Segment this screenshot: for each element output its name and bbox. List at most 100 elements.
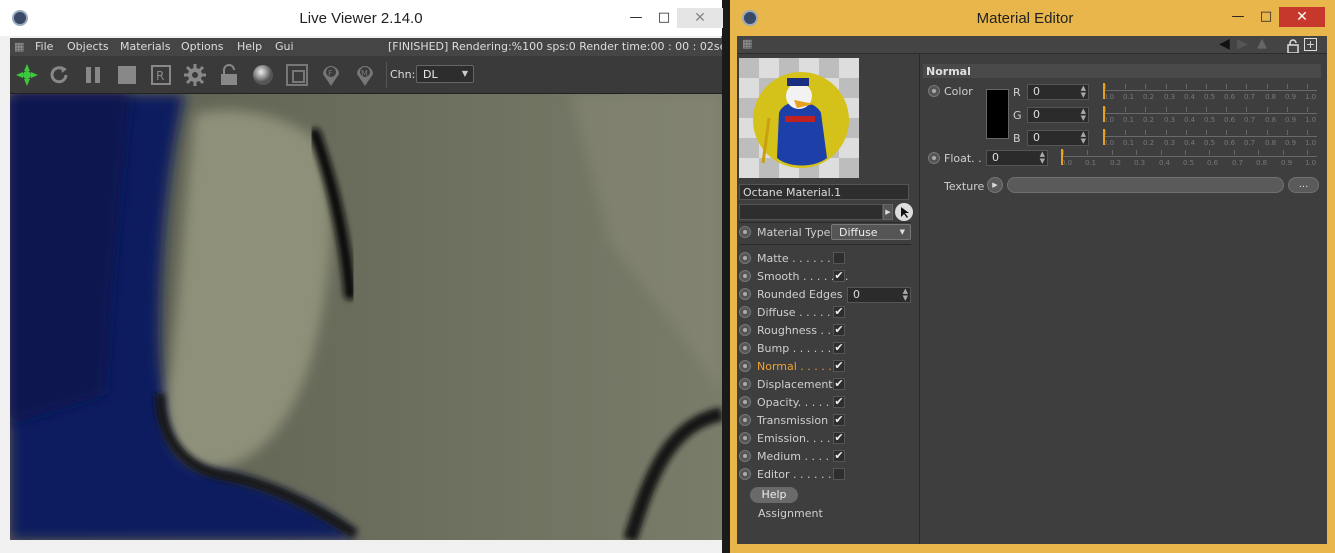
slider-handle[interactable] [1103,106,1105,122]
menu-options[interactable]: Options [181,40,223,53]
animate-radio-icon[interactable] [739,226,751,238]
menu-materials[interactable]: Materials [120,40,170,53]
checkbox-unchecked[interactable] [833,468,845,480]
maximize-button[interactable]: □ [1252,7,1280,27]
color-swatch[interactable] [986,89,1009,139]
checkbox-checked[interactable]: ✔ [833,378,845,390]
menu-gui[interactable]: Gui [275,40,294,53]
channel-radio-icon[interactable] [739,378,751,390]
region-render-icon[interactable]: R [148,62,174,88]
color-channel-slider[interactable]: 0.0 0.1 0.2 0.3 0.4 0.5 0.6 0.7 0.8 0.9 1.0 [1103,106,1317,124]
stepper-icon[interactable]: ▲ ▼ [1040,151,1045,165]
texture-expand-icon[interactable]: ▶ [987,177,1003,193]
texture-browse-button[interactable]: ... [1288,177,1319,193]
channel-label[interactable]: Bump . . . . . . . . [757,342,845,355]
color-channel-field[interactable]: 0 ▲ ▼ [1027,107,1089,123]
float-value-field[interactable]: 0 ▲ ▼ [986,150,1048,166]
channel-label[interactable]: Matte . . . . . . . . [757,252,845,265]
color-channel-field[interactable]: 0 ▲ ▼ [1027,84,1089,100]
live-viewer-titlebar[interactable]: Live Viewer 2.14.0 — □ ✕ [0,0,723,36]
material-link-field[interactable] [739,204,883,220]
channel-label[interactable]: Displacement [757,378,833,391]
channel-radio-icon[interactable] [739,270,751,282]
color-channel-slider[interactable]: 0.0 0.1 0.2 0.3 0.4 0.5 0.6 0.7 0.8 0.9 1.0 [1103,129,1317,147]
clear-region-icon[interactable] [284,62,310,88]
channel-radio-icon[interactable] [739,342,751,354]
channel-radio-icon[interactable] [739,450,751,462]
checkbox-checked[interactable]: ✔ [833,342,845,354]
close-button[interactable]: ✕ [677,8,723,28]
checkbox-unchecked[interactable] [833,252,845,264]
stop-icon[interactable] [114,62,140,88]
channel-label[interactable]: Medium . . . . . [757,450,836,463]
unlock-icon[interactable] [1287,38,1299,54]
stepper-icon[interactable]: ▲ ▼ [1081,85,1086,99]
material-sphere-icon[interactable] [250,62,276,88]
help-button[interactable]: Help [750,487,798,503]
channel-radio-icon[interactable] [739,468,751,480]
channel-radio-icon[interactable] [739,252,751,264]
checkbox-checked[interactable]: ✔ [833,306,845,318]
color-channel-field[interactable]: 0 ▲ ▼ [1027,130,1089,146]
channel-radio-icon[interactable] [739,414,751,426]
pick-material-icon[interactable]: M [352,62,378,88]
pick-focus-icon[interactable]: F [318,62,344,88]
channel-label[interactable]: Opacity. . . . . . [757,396,836,409]
menu-objects[interactable]: Objects [67,40,109,53]
channel-label[interactable]: Diffuse . . . . . . [757,306,838,319]
slider-handle[interactable] [1103,129,1105,145]
channel-radio-icon[interactable] [739,324,751,336]
checkbox-checked[interactable]: ✔ [833,396,845,408]
channel-label[interactable]: Transmission [757,414,828,427]
stepper-icon[interactable]: ▲ ▼ [1081,108,1086,122]
texture-link-field[interactable] [1007,177,1284,193]
channel-select[interactable]: DL ▼ [416,65,474,83]
menu-help[interactable]: Help [237,40,262,53]
checkbox-checked[interactable]: ✔ [833,360,845,372]
channel-radio-icon[interactable] [739,288,751,300]
link-arrow-icon[interactable]: ▶ [883,204,893,220]
back-arrow-icon[interactable]: ◀ [1219,36,1230,52]
channel-label[interactable]: Roughness . . [757,324,831,337]
stepper-icon[interactable]: ▲ ▼ [903,288,908,302]
slider-handle[interactable] [1061,149,1063,165]
up-arrow-icon[interactable]: ▲ [1257,36,1267,51]
minimize-button[interactable]: — [622,8,650,28]
forward-arrow-icon[interactable]: ▶ [1237,36,1248,52]
lock-icon[interactable] [216,62,242,88]
stepper-icon[interactable]: ▲ ▼ [1081,131,1086,145]
checkbox-checked[interactable]: ✔ [833,414,845,426]
minimize-button[interactable]: — [1224,7,1252,27]
channel-radio-icon[interactable] [739,396,751,408]
channel-radio-icon[interactable] [739,432,751,444]
pick-cursor-icon[interactable] [895,203,913,221]
checkbox-checked[interactable]: ✔ [833,450,845,462]
rounded-edges-field[interactable]: 0 ▲ ▼ [847,287,911,303]
color-radio-icon[interactable] [928,85,940,97]
settings-gear-icon[interactable] [182,62,208,88]
slider-handle[interactable] [1103,83,1105,99]
color-channel-slider[interactable]: 0.0 0.1 0.2 0.3 0.4 0.5 0.6 0.7 0.8 0.9 1.0 [1103,83,1317,101]
channel-label[interactable]: Editor . . . . . . . [757,468,839,481]
float-radio-icon[interactable] [928,152,940,164]
material-type-select[interactable]: Diffuse ▼ [831,224,911,240]
float-slider[interactable]: 0.0 0.1 0.2 0.3 0.4 0.5 0.6 0.7 0.8 0.9 1.0 [1061,149,1317,167]
channel-radio-icon[interactable] [739,360,751,372]
checkbox-checked[interactable]: ✔ [833,270,845,282]
refresh-icon[interactable] [46,62,72,88]
checkbox-checked[interactable]: ✔ [833,324,845,336]
maximize-button[interactable]: □ [650,8,678,28]
pause-icon[interactable] [80,62,106,88]
channel-label[interactable]: Rounded Edges [757,288,842,301]
material-name-field[interactable]: Octane Material.1 [739,184,909,200]
channel-label[interactable]: Normal . . . . . . [757,360,839,373]
octane-logo-icon[interactable] [14,62,40,88]
menu-file[interactable]: File [35,40,53,53]
render-viewport[interactable] [10,94,722,540]
checkbox-checked[interactable]: ✔ [833,432,845,444]
channel-label[interactable]: Emission. . . . . [757,432,837,445]
close-button[interactable]: ✕ [1279,7,1325,27]
assignment-label[interactable]: Assignment [758,507,823,520]
channel-radio-icon[interactable] [739,306,751,318]
new-panel-icon[interactable]: + [1304,38,1317,51]
